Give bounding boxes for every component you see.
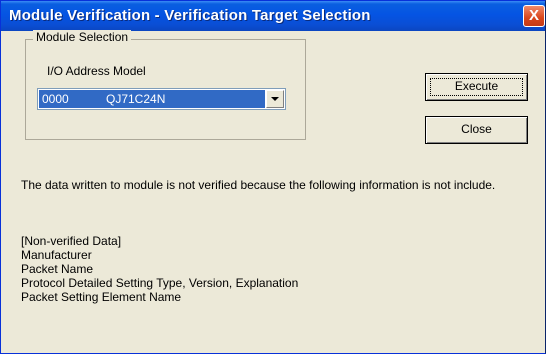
io-address-model-label: I/O Address Model	[47, 64, 146, 78]
list-heading: [Non-verified Data]	[21, 234, 122, 248]
list-item: Protocol Detailed Setting Type, Version,…	[21, 276, 299, 290]
dropdown-arrow-icon[interactable]	[266, 90, 284, 108]
window-title: Module Verification - Verification Targe…	[9, 7, 371, 24]
combo-selected-value: 0000 QJ71C24N	[39, 90, 265, 108]
module-selection-label: Module Selection	[33, 30, 132, 44]
info-message: The data written to module is not verifi…	[21, 178, 496, 192]
non-verified-list: [Non-verified Data] Manufacturer Packet …	[21, 234, 298, 304]
close-button[interactable]: Close	[425, 116, 528, 144]
execute-button[interactable]: Execute	[425, 73, 528, 101]
close-window-icon[interactable]: X	[523, 5, 545, 27]
title-bar[interactable]: Module Verification - Verification Targe…	[1, 1, 545, 31]
list-item: Manufacturer	[21, 248, 92, 262]
dialog-window: Module Verification - Verification Targe…	[0, 0, 546, 354]
model-value: QJ71C24N	[106, 92, 166, 106]
io-address-value: 0000	[42, 92, 69, 106]
list-item: Packet Name	[21, 262, 94, 276]
list-item: Packet Setting Element Name	[21, 290, 182, 304]
io-address-model-combo[interactable]: 0000 QJ71C24N	[37, 88, 286, 110]
